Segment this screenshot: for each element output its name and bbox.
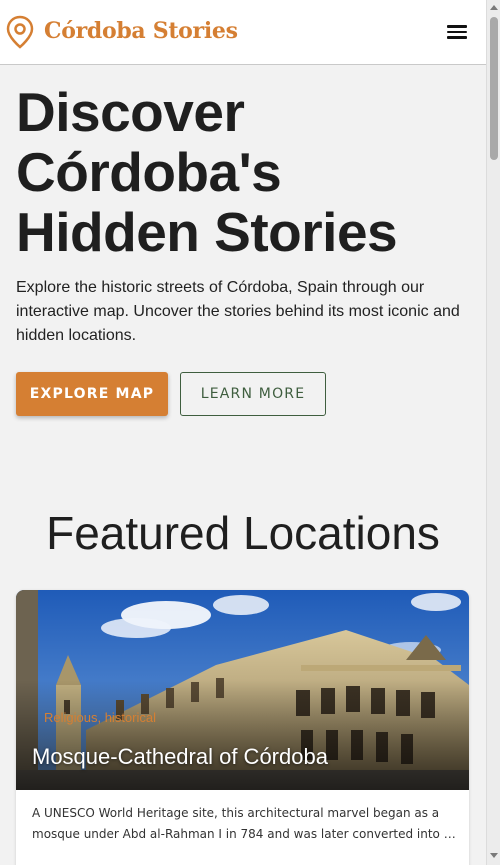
learn-more-button[interactable]: LEARN MORE bbox=[180, 372, 326, 416]
card-description-line-2: mosque under Abd al-Rahman I in 784 and … bbox=[32, 827, 457, 841]
card-description: A UNESCO World Heritage site, this archi… bbox=[32, 803, 457, 845]
brand-name[interactable]: Córdoba Stories bbox=[44, 18, 238, 44]
explore-map-button[interactable]: EXPLORE MAP bbox=[16, 372, 168, 416]
site-header: Córdoba Stories bbox=[0, 0, 486, 65]
card-title[interactable]: Mosque-Cathedral of Córdoba bbox=[32, 744, 328, 770]
featured-locations-heading: Featured Locations bbox=[46, 507, 440, 559]
card-category-tag: Religious, historical bbox=[44, 710, 156, 725]
hero-description: Explore the historic streets of Córdoba,… bbox=[16, 279, 460, 344]
scroll-down-arrow-icon[interactable] bbox=[490, 853, 498, 858]
map-pin-icon[interactable] bbox=[5, 15, 35, 49]
page-scrollbar[interactable] bbox=[486, 0, 500, 865]
hamburger-menu-icon[interactable] bbox=[445, 22, 469, 44]
scroll-up-arrow-icon[interactable] bbox=[490, 5, 498, 10]
card-description-line-1: A UNESCO World Heritage site, this archi… bbox=[32, 806, 440, 820]
scrollbar-thumb[interactable] bbox=[490, 17, 498, 160]
hero-title: Discover Córdoba's Hidden Stories bbox=[16, 81, 398, 263]
location-card-mosque-cathedral[interactable]: Religious, historical Mosque-Cathedral o… bbox=[16, 590, 469, 865]
